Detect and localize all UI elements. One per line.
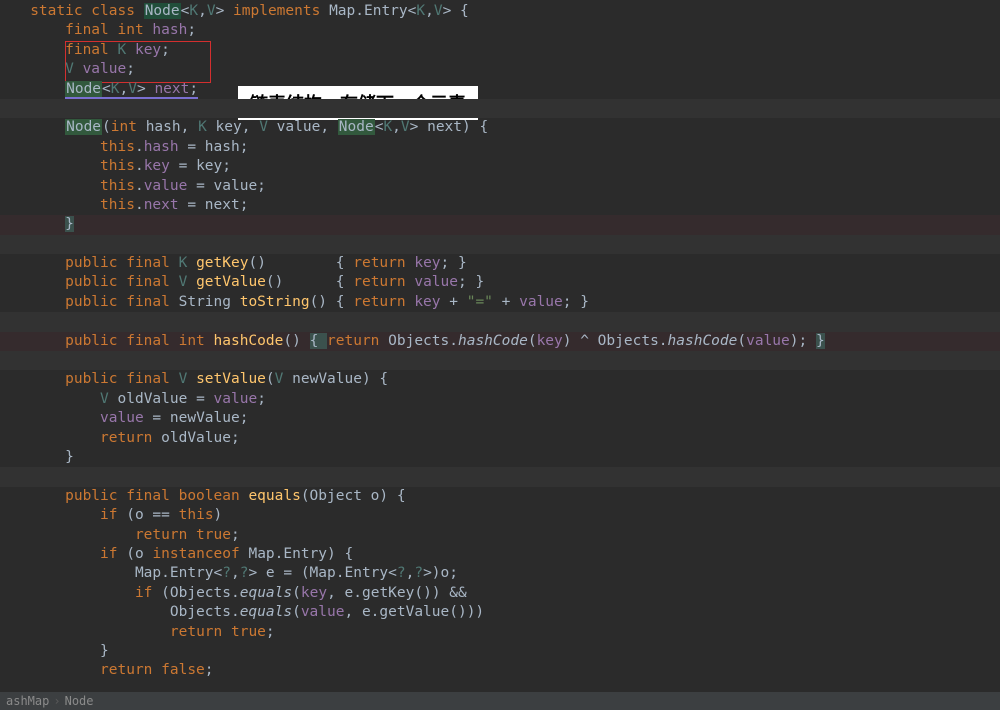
- code-line: return false;: [0, 661, 1000, 680]
- code-line: }: [0, 448, 1000, 467]
- code-line: }: [0, 215, 1000, 234]
- code-line: public final V getValue() { return value…: [0, 273, 1000, 292]
- code-line: public final K getKey() { return key; }: [0, 254, 1000, 273]
- code-line: return true;: [0, 526, 1000, 545]
- code-line: public final String toString() { return …: [0, 293, 1000, 312]
- breadcrumb[interactable]: ashMap › Node: [0, 692, 1000, 710]
- code-line: public final boolean equals(Object o) {: [0, 487, 1000, 506]
- code-line: V value;: [0, 60, 1000, 79]
- code-line: public final V setValue(V newValue) {: [0, 370, 1000, 389]
- code-line: Node(int hash, K key, V value, Node<K,V>…: [0, 118, 1000, 137]
- code-line: Objects.equals(value, e.getValue())): [0, 603, 1000, 622]
- code-line: final int hash;: [0, 21, 1000, 40]
- code-line: return oldValue;: [0, 429, 1000, 448]
- code-line: [0, 467, 1000, 486]
- code-line: [0, 99, 1000, 118]
- code-editor[interactable]: 链表结构，存储下一个元素 static class Node<K,V> impl…: [0, 0, 1000, 692]
- code-line: V oldValue = value;: [0, 390, 1000, 409]
- code-line: [0, 351, 1000, 370]
- code-line: value = newValue;: [0, 409, 1000, 428]
- code-line: if (Objects.equals(key, e.getKey()) &&: [0, 584, 1000, 603]
- code-line: Map.Entry<?,?> e = (Map.Entry<?,?>)o;: [0, 564, 1000, 583]
- code-line: [0, 235, 1000, 254]
- code-line: this.next = next;: [0, 196, 1000, 215]
- code-line: this.hash = hash;: [0, 138, 1000, 157]
- code-line: return true;: [0, 623, 1000, 642]
- code-line: this.key = key;: [0, 157, 1000, 176]
- code-line: if (o == this): [0, 506, 1000, 525]
- code-line: }: [0, 642, 1000, 661]
- code-line: this.value = value;: [0, 177, 1000, 196]
- chevron-right-icon: ›: [53, 694, 60, 708]
- breadcrumb-item[interactable]: ashMap: [6, 694, 49, 708]
- code-line: public final int hashCode() { return Obj…: [0, 332, 1000, 351]
- code-line: final K key;: [0, 41, 1000, 60]
- code-line: if (o instanceof Map.Entry) {: [0, 545, 1000, 564]
- code-line: Node<K,V> next;: [0, 80, 1000, 99]
- code-line: static class Node<K,V> implements Map.En…: [0, 2, 1000, 21]
- code-line: [0, 312, 1000, 331]
- breadcrumb-item[interactable]: Node: [65, 694, 94, 708]
